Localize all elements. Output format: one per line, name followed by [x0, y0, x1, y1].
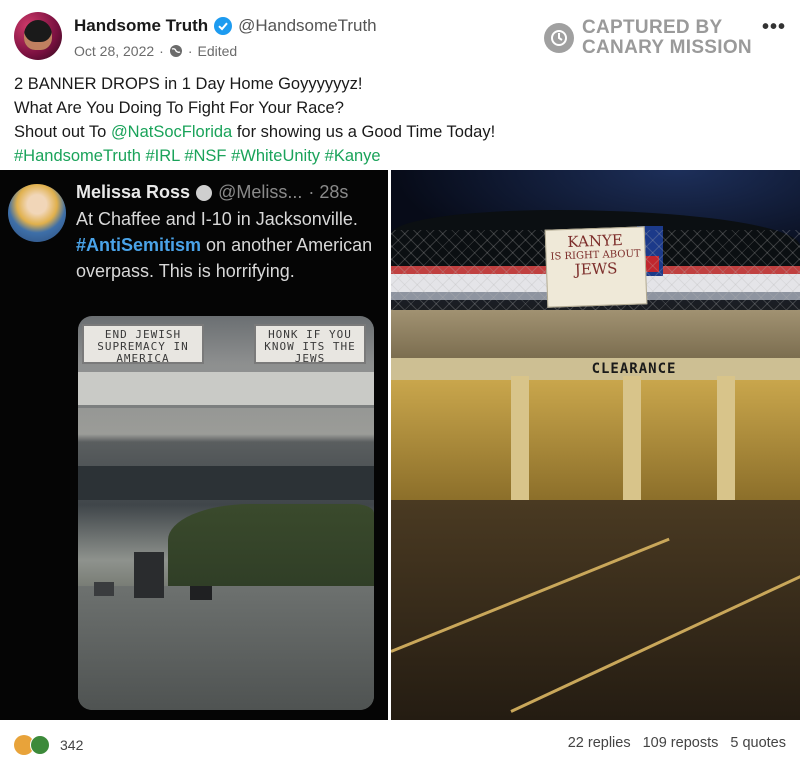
banner-line-3: JEWS: [574, 259, 618, 279]
photo-trees: [168, 504, 374, 594]
hashtag-link[interactable]: #NSF: [184, 147, 226, 165]
post-line-3-prefix: Shout out To: [14, 123, 111, 141]
embedded-tweet-text: At Chaffee and I-10 in Jacksonville. #An…: [76, 206, 376, 284]
photo-pillar: [717, 376, 735, 506]
meta-separator-2: ·: [187, 43, 193, 59]
photo-underpass: [391, 380, 800, 500]
post-line-2: What Are You Doing To Fight For Your Rac…: [14, 99, 344, 117]
embedded-tweet-time: · 28s: [308, 182, 349, 202]
post-line-1: 2 BANNER DROPS in 1 Day Home Goyyyyyyz!: [14, 75, 363, 93]
embedded-tweet-header: Melissa Ross @Meliss... · 28s: [76, 182, 348, 203]
post-line-3: Shout out To @NatSocFlorida for showing …: [14, 120, 784, 144]
author-line: Handsome Truth @HandsomeTruth: [74, 14, 377, 38]
hashtag-line: #HandsomeTruth #IRL #NSF #WhiteUnity #Ka…: [14, 144, 784, 168]
photo-road: [78, 586, 374, 710]
hashtag-link[interactable]: #IRL: [145, 147, 179, 165]
globe-icon: [169, 44, 183, 58]
replies-count[interactable]: 22 replies: [568, 735, 631, 751]
reposts-count[interactable]: 109 reposts: [643, 735, 719, 751]
embedded-tweet-photo: END JEWISH SUPREMACY IN AMERICA HONK IF …: [78, 316, 374, 710]
author-avatar[interactable]: [14, 12, 62, 60]
watermark-line-1: CAPTURED BY: [582, 17, 723, 38]
photo-truck: [134, 552, 164, 598]
photo-bridge: [391, 310, 800, 360]
embedded-tweet-avatar: [8, 184, 66, 242]
hashtag-link[interactable]: #HandsomeTruth: [14, 147, 141, 165]
photo-banner-2: HONK IF YOU KNOW ITS THE JEWS: [254, 324, 366, 365]
embedded-tweet-hashtag: #AntiSemitism: [76, 235, 202, 255]
photo-car: [190, 586, 212, 600]
reactions-count[interactable]: 342: [60, 737, 83, 753]
watermark-logo-icon: [544, 23, 574, 53]
avatar-figure: [24, 20, 52, 50]
author-display-name[interactable]: Handsome Truth: [74, 16, 208, 36]
meta-separator: ·: [159, 43, 164, 59]
post-header: Handsome Truth @HandsomeTruth Oct 28, 20…: [14, 10, 786, 62]
media-image-left[interactable]: Melissa Ross @Meliss... · 28s At Chaffee…: [0, 170, 388, 720]
mention-link[interactable]: @NatSocFlorida: [111, 123, 232, 141]
photo-banner-1: END JEWISH SUPREMACY IN AMERICA: [82, 324, 204, 365]
edited-label[interactable]: Edited: [198, 43, 238, 59]
engagement-counts: 22 replies 109 reposts 5 quotes: [568, 735, 786, 751]
hashtag-link[interactable]: #WhiteUnity: [231, 147, 320, 165]
author-handle[interactable]: @HandsomeTruth: [238, 16, 377, 36]
media-gallery: Melissa Ross @Meliss... · 28s At Chaffee…: [0, 170, 800, 720]
photo-pillar: [511, 376, 529, 506]
post-body: 2 BANNER DROPS in 1 Day Home Goyyyyyyz! …: [14, 72, 784, 168]
reactions[interactable]: 342: [14, 735, 83, 755]
post-stats: 342 22 replies 109 reposts 5 quotes: [14, 732, 786, 758]
photo-overpass-underside: [78, 466, 374, 500]
media-image-right[interactable]: KANYE IS RIGHT ABOUT JEWS CLEARANCE 14'-…: [391, 170, 800, 720]
frog-reaction-icon: [30, 735, 50, 755]
post-meta: Oct 28, 2022 · · Edited: [74, 40, 377, 62]
quotes-count[interactable]: 5 quotes: [730, 735, 786, 751]
post-line-3-suffix: for showing us a Good Time Today!: [232, 123, 496, 141]
photo-banner-kanye: KANYE IS RIGHT ABOUT JEWS: [544, 226, 648, 308]
author-block: Handsome Truth @HandsomeTruth Oct 28, 20…: [74, 14, 377, 62]
embedded-tweet-line-1: At Chaffee and I-10 in Jacksonville.: [76, 209, 358, 229]
capture-watermark: CAPTURED BY CANARY MISSION: [544, 18, 752, 58]
photo-road: [391, 500, 800, 720]
photo-car: [94, 582, 114, 596]
photo-overpass: [78, 372, 374, 408]
verified-icon: [214, 17, 233, 35]
embedded-tweet-name: Melissa Ross: [76, 182, 191, 202]
embedded-tweet-handle: @Meliss...: [218, 182, 303, 202]
photo-pillar: [623, 376, 641, 506]
post-date[interactable]: Oct 28, 2022: [74, 43, 154, 59]
embedded-verified-icon: [196, 184, 213, 201]
watermark-text: CAPTURED BY CANARY MISSION: [582, 18, 752, 58]
more-options-icon[interactable]: •••: [762, 16, 786, 39]
hashtag-link[interactable]: #Kanye: [325, 147, 381, 165]
watermark-line-2: CANARY MISSION: [582, 37, 752, 58]
